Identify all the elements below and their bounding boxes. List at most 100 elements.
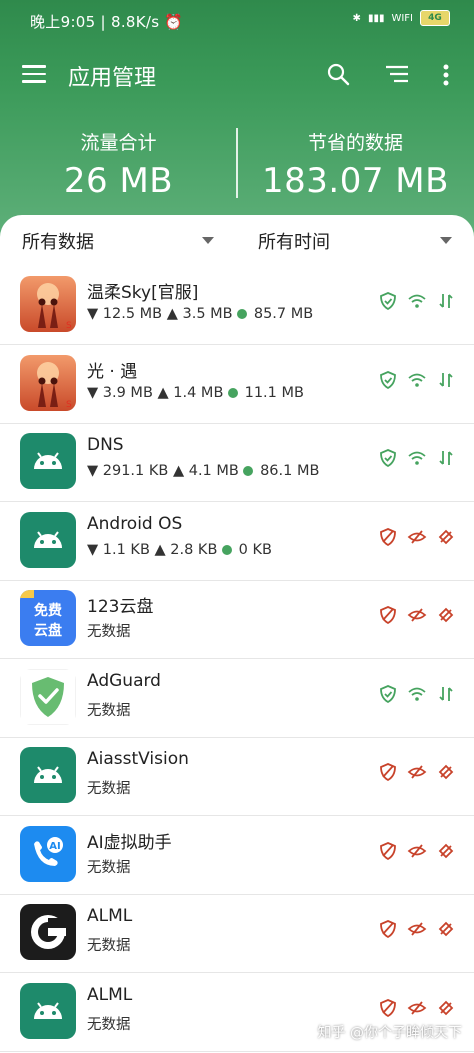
download-amount: ▼ 291.1 KB bbox=[87, 463, 169, 479]
saved-dot-icon bbox=[243, 466, 254, 476]
chevron-down-icon bbox=[202, 237, 214, 244]
sky-game-icon: S bbox=[20, 276, 76, 332]
allowed-shield-icon[interactable] bbox=[378, 291, 398, 311]
app-list-item[interactable]: S 光 · 遇 ▼ 3.9 MB ▲ 1.4 MB 11.1 MB bbox=[0, 345, 474, 424]
blocked-shield-icon[interactable] bbox=[378, 998, 398, 1018]
android-icon bbox=[20, 433, 76, 489]
ai-phone-icon: AI bbox=[20, 825, 76, 882]
mobile-data-blocked-icon[interactable] bbox=[436, 605, 456, 625]
blocked-shield-icon[interactable] bbox=[378, 919, 398, 939]
saved-dot-icon bbox=[222, 544, 232, 555]
app-name: 123云盘 bbox=[87, 597, 154, 617]
data-filter-dropdown[interactable]: 所有数据 bbox=[22, 228, 217, 254]
android-icon bbox=[20, 747, 76, 803]
blocked-shield-icon[interactable] bbox=[378, 762, 398, 782]
search-icon[interactable] bbox=[326, 62, 350, 86]
svg-text:S: S bbox=[66, 400, 72, 410]
mobile-data-allowed-icon[interactable] bbox=[436, 291, 456, 311]
blocked-shield-icon[interactable] bbox=[378, 527, 398, 547]
wifi-blocked-icon[interactable] bbox=[407, 998, 427, 1018]
blocked-shield-icon[interactable] bbox=[378, 605, 398, 625]
allowed-shield-icon[interactable] bbox=[378, 448, 398, 468]
app-permission-toggles bbox=[378, 605, 458, 625]
saved-amount: 86.1 MB bbox=[260, 463, 320, 479]
app-name: AI虚拟助手 bbox=[87, 832, 172, 853]
saved-data-value: 183.07 MB bbox=[262, 161, 449, 201]
svg-text:云盘: 云盘 bbox=[34, 622, 62, 639]
status-icons: ✱ ▮▮▮ WIFI 4G bbox=[353, 10, 450, 26]
more-options-icon[interactable] bbox=[440, 62, 452, 88]
cloud-disk-icon: 免费 云盘 bbox=[20, 590, 76, 646]
wifi-icon: WIFI bbox=[391, 12, 413, 24]
mobile-data-blocked-icon[interactable] bbox=[436, 841, 456, 861]
saved-amount: 0 KB bbox=[238, 541, 272, 558]
wifi-blocked-icon[interactable] bbox=[407, 919, 427, 939]
wifi-blocked-icon[interactable] bbox=[407, 762, 427, 782]
svg-text:免费: 免费 bbox=[34, 602, 62, 619]
app-name: AdGuard bbox=[87, 670, 161, 691]
menu-icon[interactable] bbox=[22, 65, 46, 83]
saved-dot-icon bbox=[228, 387, 238, 398]
filter-list-icon[interactable] bbox=[384, 64, 410, 84]
android-icon bbox=[20, 982, 76, 1039]
app-permission-toggles bbox=[378, 448, 458, 468]
app-name: ALML bbox=[87, 906, 133, 926]
app-traffic-stats: 无数据 bbox=[87, 938, 131, 954]
app-traffic-stats: 无数据 bbox=[87, 624, 131, 640]
svg-text:AI: AI bbox=[49, 841, 60, 852]
status-bar: 晚上9:05 | 8.8K/s ⏰ ✱ ▮▮▮ WIFI 4G bbox=[0, 0, 474, 40]
app-traffic-stats: 无数据 bbox=[87, 781, 131, 797]
app-name: AiasstVision bbox=[87, 749, 189, 769]
app-list-item[interactable]: ALML 无数据 bbox=[0, 894, 474, 973]
upload-amount: ▲ 2.8 KB bbox=[154, 541, 218, 558]
app-list-item[interactable]: AI AI虚拟助手 无数据 bbox=[0, 816, 474, 895]
watermark: 知乎 @你个子眸倾天下 bbox=[317, 1025, 462, 1041]
app-permission-toggles bbox=[378, 919, 458, 939]
app-list-item[interactable]: DNS ▼ 291.1 KB ▲ 4.1 MB 86.1 MB bbox=[0, 423, 474, 502]
app-list-item[interactable]: Android OS ▼ 1.1 KB ▲ 2.8 KB 0 KB bbox=[0, 502, 474, 581]
wifi-allowed-icon[interactable] bbox=[407, 448, 427, 468]
app-permission-toggles bbox=[378, 762, 458, 782]
total-traffic-stat: 流量合计 26 MB bbox=[0, 128, 237, 201]
allowed-shield-icon[interactable] bbox=[378, 684, 398, 704]
android-icon bbox=[20, 511, 76, 568]
app-list-item[interactable]: 免费云盘 123云盘无数据 bbox=[0, 580, 474, 659]
upload-amount: ▲ 3.5 MB bbox=[166, 306, 233, 322]
wifi-allowed-icon[interactable] bbox=[407, 370, 427, 390]
saved-amount: 85.7 MB bbox=[253, 306, 314, 322]
saved-data-label: 节省的数据 bbox=[307, 132, 403, 154]
app-permission-toggles bbox=[378, 291, 458, 311]
page-title: 应用管理 bbox=[68, 66, 157, 91]
wifi-allowed-icon[interactable] bbox=[407, 291, 427, 311]
mobile-data-blocked-icon[interactable] bbox=[436, 762, 456, 782]
app-list-item[interactable]: AiasstVision 无数据 bbox=[0, 737, 474, 816]
time-filter-dropdown[interactable]: 所有时间 bbox=[258, 228, 453, 254]
wifi-allowed-icon[interactable] bbox=[407, 684, 427, 704]
app-name: 温柔Sky[官服] bbox=[87, 283, 199, 303]
adguard-shield-icon bbox=[20, 668, 76, 725]
app-permission-toggles bbox=[378, 370, 458, 390]
blocked-shield-icon[interactable] bbox=[378, 841, 398, 861]
app-traffic-stats: ▼ 3.9 MB ▲ 1.4 MB 11.1 MB bbox=[87, 385, 304, 401]
wifi-blocked-icon[interactable] bbox=[407, 841, 427, 861]
app-permission-toggles bbox=[378, 527, 458, 547]
app-name: DNS bbox=[87, 435, 124, 455]
mobile-data-allowed-icon[interactable] bbox=[436, 448, 456, 468]
app-permission-toggles bbox=[378, 998, 458, 1018]
wifi-blocked-icon[interactable] bbox=[407, 605, 427, 625]
mobile-data-allowed-icon[interactable] bbox=[436, 684, 456, 704]
app-name: ALML bbox=[87, 984, 133, 1005]
mobile-data-blocked-icon[interactable] bbox=[436, 998, 456, 1018]
allowed-shield-icon[interactable] bbox=[378, 370, 398, 390]
mobile-data-blocked-icon[interactable] bbox=[436, 527, 456, 547]
g-logo-icon bbox=[20, 904, 76, 960]
app-list-item[interactable]: AdGuard 无数据 bbox=[0, 659, 474, 738]
mobile-data-allowed-icon[interactable] bbox=[436, 370, 456, 390]
app-list-item[interactable]: S 温柔Sky[官服] ▼ 12.5 MB ▲ 3.5 MB 85.7 MB bbox=[0, 266, 474, 345]
wifi-blocked-icon[interactable] bbox=[407, 527, 427, 547]
app-permission-toggles bbox=[378, 841, 458, 861]
saved-dot-icon bbox=[237, 309, 248, 319]
download-amount: ▼ 1.1 KB bbox=[87, 541, 150, 558]
time-filter-label: 所有时间 bbox=[258, 232, 330, 253]
mobile-data-blocked-icon[interactable] bbox=[436, 919, 456, 939]
